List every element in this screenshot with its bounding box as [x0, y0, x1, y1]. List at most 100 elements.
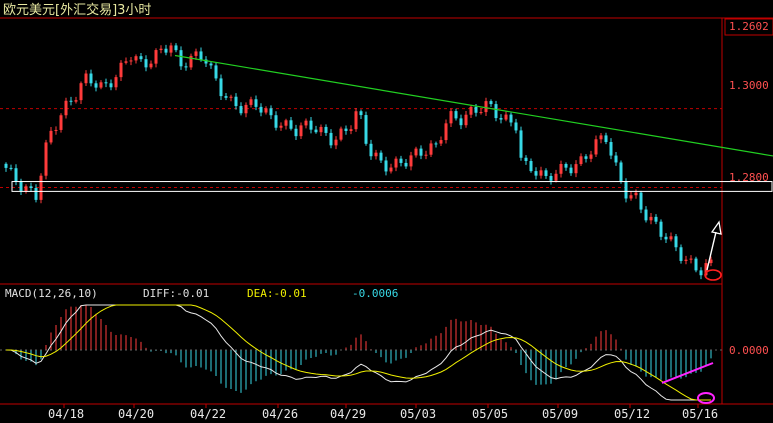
candle-body — [674, 236, 678, 248]
candle-body — [369, 143, 373, 157]
candle-body — [264, 108, 268, 113]
candle-body — [689, 258, 693, 260]
candle-body — [159, 48, 163, 51]
candle-body — [594, 139, 598, 155]
candle-body — [484, 101, 488, 113]
candle-body — [164, 48, 168, 53]
candle-body — [514, 122, 518, 131]
candle-body — [384, 160, 388, 172]
candle-body — [59, 115, 63, 130]
candle-body — [339, 128, 343, 140]
candle-body — [304, 120, 308, 126]
candle-body — [394, 158, 398, 168]
candle-body — [229, 96, 233, 98]
price-tick-2: 1.2800 — [729, 171, 769, 184]
candle-body — [474, 106, 478, 113]
candle-body — [84, 73, 88, 84]
candle-body — [684, 259, 688, 261]
candle-body — [119, 62, 123, 78]
candle-body — [669, 236, 673, 240]
candle-body — [134, 56, 138, 61]
x-tick-label: 05/05 — [472, 407, 508, 421]
candle-body — [199, 51, 203, 60]
chart-title: 欧元美元[外汇交易]3小时 — [3, 2, 151, 18]
candle-body — [539, 170, 543, 176]
candle-body — [74, 100, 78, 102]
candle-body — [544, 170, 548, 176]
candle-body — [279, 125, 283, 128]
candle-body — [489, 101, 493, 105]
candle-body — [409, 155, 413, 167]
candle-body — [234, 96, 238, 107]
candle-body — [214, 65, 218, 79]
candle-body — [224, 96, 228, 98]
candle-body — [184, 66, 188, 68]
candle-body — [39, 175, 43, 200]
candle-body — [569, 167, 573, 174]
candle-body — [324, 126, 328, 133]
x-tick-label: 04/22 — [190, 407, 226, 421]
macd-value: -0.0006 — [352, 287, 398, 300]
candle-body — [454, 111, 458, 119]
candle-body — [559, 163, 563, 174]
macd-panel — [0, 304, 722, 404]
candle-body — [99, 82, 103, 88]
candle-body — [469, 106, 473, 115]
candle-body — [529, 161, 533, 172]
current-price-label: 1.2602 — [729, 20, 769, 33]
candle-body — [354, 111, 358, 130]
candle-body — [439, 140, 443, 144]
candle-body — [584, 156, 588, 159]
candle-body — [179, 50, 183, 67]
macd-label: MACD(12,26,10) — [5, 287, 98, 300]
candle-body — [679, 247, 683, 261]
macd-zero-tick: 0.0000 — [729, 344, 769, 357]
candle-body — [4, 163, 8, 168]
candle-body — [94, 83, 98, 88]
candle-body — [619, 162, 623, 182]
candle-body — [174, 45, 178, 51]
candle-body — [139, 56, 143, 60]
candle-body — [534, 171, 538, 176]
candle-body — [464, 114, 468, 126]
x-tick-label: 05/12 — [614, 407, 650, 421]
candle-body — [274, 115, 278, 128]
candle-body — [459, 118, 463, 126]
candle-body — [109, 83, 113, 88]
candle-body — [284, 120, 288, 126]
candle-body — [239, 106, 243, 114]
candle-body — [344, 128, 348, 131]
diff-line — [5, 304, 711, 401]
forex-chart: 04/18 04/20 04/22 04/26 04/29 05/03 05/05 05/09… — [0, 2, 773, 421]
candle-body — [599, 135, 603, 140]
candle-body — [129, 60, 133, 62]
candle-body — [694, 258, 698, 271]
candle-body — [114, 77, 118, 88]
candle-body — [509, 114, 513, 123]
candle-body — [104, 82, 108, 84]
candle-body — [624, 181, 628, 199]
candle-body — [44, 142, 48, 176]
trendline — [174, 54, 773, 157]
candle-body — [389, 167, 393, 172]
candle-body — [349, 129, 353, 131]
candle-body — [524, 157, 528, 162]
price-tick-1: 1.3000 — [729, 79, 769, 92]
candle-body — [329, 132, 333, 146]
candle-body — [149, 63, 153, 68]
x-tick-label: 04/26 — [262, 407, 298, 421]
candle-body — [499, 118, 503, 120]
x-tick-label: 05/16 — [682, 407, 718, 421]
candle-body — [269, 108, 273, 116]
candle-body — [294, 128, 298, 137]
candle-body — [434, 143, 438, 145]
x-tick-label: 05/09 — [542, 407, 578, 421]
candle-body — [579, 156, 583, 165]
diff-value: DIFF:-0.01 — [143, 287, 209, 300]
candlestick-series — [4, 42, 713, 280]
candle-body — [359, 111, 363, 116]
candle-body — [79, 83, 83, 101]
candle-body — [69, 100, 73, 102]
x-tick-label: 04/18 — [48, 407, 84, 421]
candle-body — [254, 99, 258, 107]
